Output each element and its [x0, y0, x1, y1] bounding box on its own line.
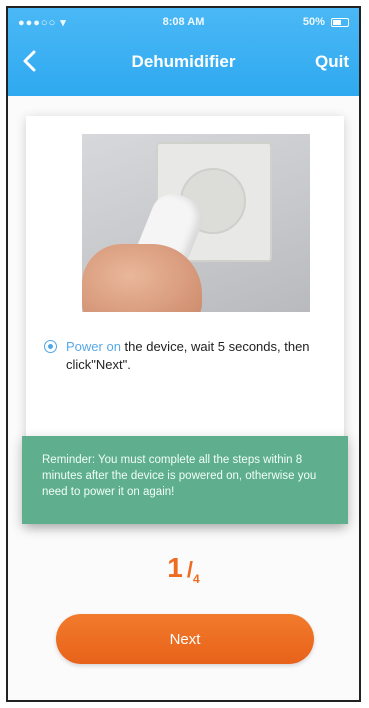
- battery-percent: 50%: [302, 16, 325, 28]
- quit-button[interactable]: Quit: [315, 52, 349, 72]
- power-socket-image: [82, 134, 310, 312]
- step-total: 4: [193, 572, 200, 586]
- nav-bar: Dehumidifier Quit: [8, 42, 359, 82]
- instruction-highlight: Power on: [66, 339, 121, 354]
- header: ●●●○○ ▾ 8:08 AM 50% Dehumidifier Quit: [8, 8, 359, 96]
- battery-icon: [331, 17, 349, 27]
- reminder-text: Reminder: You must complete all the step…: [42, 454, 317, 498]
- app-frame: ●●●○○ ▾ 8:08 AM 50% Dehumidifier Quit Po…: [6, 6, 361, 702]
- step-current: 1: [167, 552, 183, 583]
- next-button-label: Next: [169, 630, 201, 648]
- instruction-card: Power on the device, wait 5 seconds, the…: [22, 116, 348, 524]
- battery-status: 50%: [303, 16, 349, 28]
- reminder-banner: Reminder: You must complete all the step…: [22, 436, 348, 524]
- next-button[interactable]: Next: [56, 614, 314, 664]
- radio-selected-icon: [44, 340, 57, 353]
- step-indicator: 1/4: [8, 552, 359, 586]
- page-title: Dehumidifier: [131, 52, 236, 71]
- status-bar: ●●●○○ ▾ 8:08 AM 50%: [8, 14, 359, 32]
- instruction-text: Power on the device, wait 5 seconds, the…: [66, 338, 332, 374]
